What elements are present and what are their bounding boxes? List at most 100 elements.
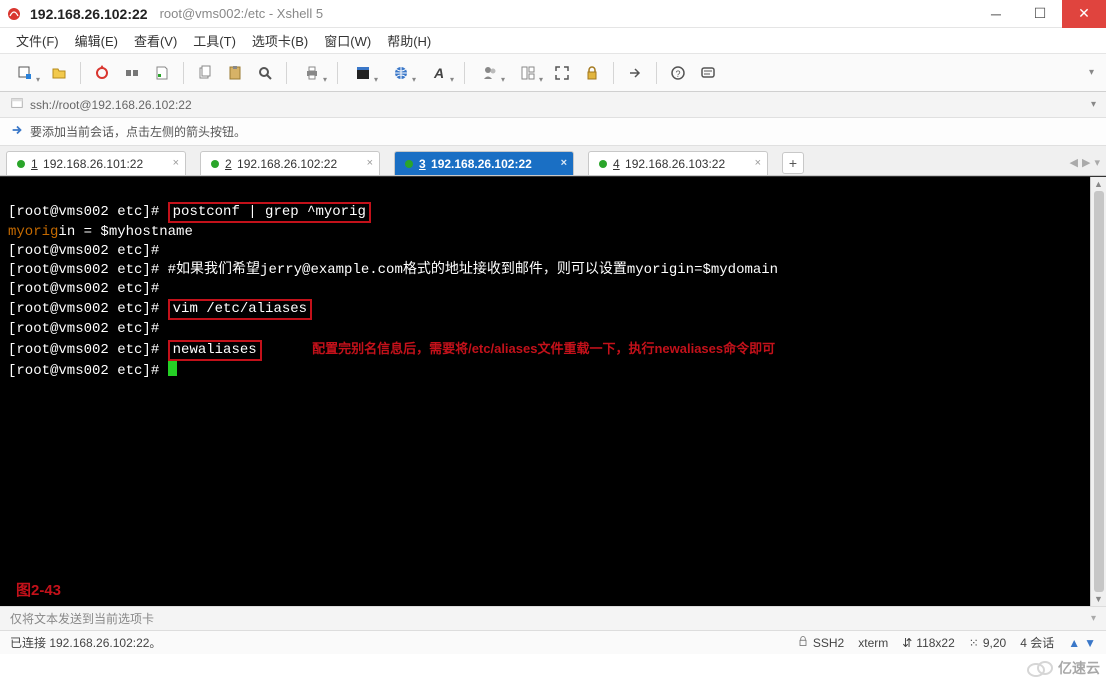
help-button[interactable]: ? bbox=[665, 60, 691, 86]
tab-status-dot bbox=[405, 160, 413, 168]
print-button[interactable] bbox=[295, 60, 329, 86]
reconnect-button[interactable] bbox=[89, 60, 115, 86]
prompt: [root@vms002 etc]# bbox=[8, 262, 159, 278]
toolbar: A ? ▾ bbox=[0, 54, 1106, 92]
copy-button[interactable] bbox=[192, 60, 218, 86]
lock-button[interactable] bbox=[579, 60, 605, 86]
cmd-vim: vim /etc/aliases bbox=[168, 299, 312, 320]
menu-tab[interactable]: 选项卡(B) bbox=[246, 29, 314, 52]
terminal[interactable]: [root@vms002 etc]# postconf | grep ^myor… bbox=[0, 177, 1090, 606]
font-button[interactable]: A bbox=[422, 60, 456, 86]
menu-view[interactable]: 查看(V) bbox=[128, 29, 183, 52]
lock-icon bbox=[797, 635, 809, 650]
address-url[interactable]: ssh://root@192.168.26.102:22 bbox=[30, 98, 192, 112]
figure-label: 图2-43 bbox=[16, 581, 61, 600]
cmd-newaliases: newaliases bbox=[168, 340, 262, 361]
new-session-button[interactable] bbox=[8, 60, 42, 86]
tab-2[interactable]: 2 192.168.26.102:22 × bbox=[200, 151, 380, 175]
menu-help[interactable]: 帮助(H) bbox=[381, 29, 437, 52]
status-bar: 已连接 192.168.26.102:22。 SSH2 xterm ⇵ 118x… bbox=[0, 630, 1106, 654]
status-cursor: ⁙ 9,20 bbox=[969, 636, 1006, 650]
status-sessions: 4 会话 bbox=[1020, 634, 1054, 651]
toolbar-separator bbox=[80, 62, 81, 84]
tab-close-icon[interactable]: × bbox=[561, 157, 567, 169]
properties-button[interactable] bbox=[149, 60, 175, 86]
disconnect-button[interactable] bbox=[119, 60, 145, 86]
address-overflow[interactable]: ▾ bbox=[1091, 99, 1096, 110]
output-myorigin-hl: myorig bbox=[8, 224, 58, 240]
window-subtitle: root@vms002:/etc - Xshell 5 bbox=[160, 6, 323, 21]
tab-1[interactable]: 1 192.168.26.101:22 × bbox=[6, 151, 186, 175]
tab-nav-next[interactable]: ▶ bbox=[1082, 156, 1090, 169]
scroll-down-icon[interactable]: ▼ bbox=[1094, 594, 1103, 604]
scroll-up-icon[interactable]: ▲ bbox=[1094, 179, 1103, 189]
send-placeholder: 仅将文本发送到当前选项卡 bbox=[10, 610, 154, 627]
fullscreen-button[interactable] bbox=[549, 60, 575, 86]
tab-bar: 1 192.168.26.101:22 × 2 192.168.26.102:2… bbox=[0, 146, 1106, 176]
menubar: 文件(F) 编辑(E) 查看(V) 工具(T) 选项卡(B) 窗口(W) 帮助(… bbox=[0, 28, 1106, 54]
menu-file[interactable]: 文件(F) bbox=[10, 29, 65, 52]
toolbar-separator bbox=[337, 62, 338, 84]
hint-arrow-icon[interactable] bbox=[10, 123, 24, 140]
window-address: 192.168.26.102:22 bbox=[30, 6, 148, 22]
encoding-button[interactable] bbox=[384, 60, 418, 86]
close-button[interactable]: ✕ bbox=[1062, 0, 1106, 28]
cursor-pos-icon: ⁙ bbox=[969, 636, 979, 650]
tab-number: 1 bbox=[31, 157, 38, 171]
history-button[interactable] bbox=[695, 60, 721, 86]
send-bar[interactable]: 仅将文本发送到当前选项卡 ▾ bbox=[0, 606, 1106, 630]
layout-button[interactable] bbox=[511, 60, 545, 86]
status-nav[interactable]: ▲ ▼ bbox=[1068, 636, 1096, 650]
chevron-up-icon[interactable]: ▲ bbox=[1068, 636, 1080, 650]
tab-nav-prev[interactable]: ◀ bbox=[1070, 156, 1078, 169]
open-button[interactable] bbox=[46, 60, 72, 86]
toolbar-overflow[interactable]: ▾ bbox=[1089, 67, 1098, 78]
tab-nav: ◀ ▶ ▾ bbox=[1070, 156, 1100, 169]
output-myorigin-rest: in = $myhostname bbox=[58, 224, 192, 240]
menu-edit[interactable]: 编辑(E) bbox=[69, 29, 124, 52]
prompt: [root@vms002 etc]# bbox=[8, 204, 159, 220]
paste-button[interactable] bbox=[222, 60, 248, 86]
watermark: 亿速云 bbox=[1026, 658, 1100, 678]
prompt: [root@vms002 etc]# bbox=[8, 363, 159, 379]
terminal-scrollbar[interactable]: ▲ ▼ bbox=[1090, 177, 1106, 606]
address-bar: ssh://root@192.168.26.102:22 ▾ bbox=[0, 92, 1106, 118]
chevron-down-icon[interactable]: ▼ bbox=[1084, 636, 1096, 650]
tab-label: 192.168.26.101:22 bbox=[43, 157, 143, 171]
tab-number: 4 bbox=[613, 157, 620, 171]
tab-nav-menu[interactable]: ▾ bbox=[1094, 156, 1100, 169]
watermark-text: 亿速云 bbox=[1058, 658, 1100, 678]
prompt: [root@vms002 etc]# bbox=[8, 342, 159, 358]
scroll-thumb[interactable] bbox=[1094, 191, 1104, 592]
color-scheme-button[interactable] bbox=[346, 60, 380, 86]
tab-number: 3 bbox=[419, 157, 426, 171]
cmd-postconf: postconf | grep ^myorig bbox=[168, 202, 371, 223]
tab-add-button[interactable]: + bbox=[782, 152, 804, 174]
send-overflow[interactable]: ▾ bbox=[1091, 613, 1096, 624]
menu-tool[interactable]: 工具(T) bbox=[187, 29, 242, 52]
tab-close-icon[interactable]: × bbox=[173, 157, 179, 169]
titlebar: 192.168.26.102:22 root@vms002:/etc - Xsh… bbox=[0, 0, 1106, 28]
hint-text: 要添加当前会话，点击左侧的箭头按钮。 bbox=[30, 123, 246, 140]
menu-window[interactable]: 窗口(W) bbox=[318, 29, 377, 52]
tab-close-icon[interactable]: × bbox=[367, 157, 373, 169]
minimize-button[interactable]: ─ bbox=[974, 0, 1018, 28]
svg-text:?: ? bbox=[675, 69, 680, 79]
tab-close-icon[interactable]: × bbox=[755, 157, 761, 169]
size-icon: ⇵ bbox=[902, 636, 912, 650]
maximize-button[interactable]: ☐ bbox=[1018, 0, 1062, 28]
status-connection: 已连接 192.168.26.102:22。 bbox=[10, 634, 161, 651]
tab-number: 2 bbox=[225, 157, 232, 171]
prompt: [root@vms002 etc]# bbox=[8, 301, 159, 317]
hint-bar: 要添加当前会话，点击左侧的箭头按钮。 bbox=[0, 118, 1106, 146]
tab-label: 192.168.26.102:22 bbox=[237, 157, 337, 171]
forward-button[interactable] bbox=[622, 60, 648, 86]
search-button[interactable] bbox=[252, 60, 278, 86]
tab-status-dot bbox=[599, 160, 607, 168]
toolbar-separator bbox=[286, 62, 287, 84]
users-button[interactable] bbox=[473, 60, 507, 86]
status-protocol: SSH2 bbox=[797, 635, 844, 650]
tab-3[interactable]: 3 192.168.26.102:22 × bbox=[394, 151, 574, 175]
tab-4[interactable]: 4 192.168.26.103:22 × bbox=[588, 151, 768, 175]
toolbar-separator bbox=[656, 62, 657, 84]
